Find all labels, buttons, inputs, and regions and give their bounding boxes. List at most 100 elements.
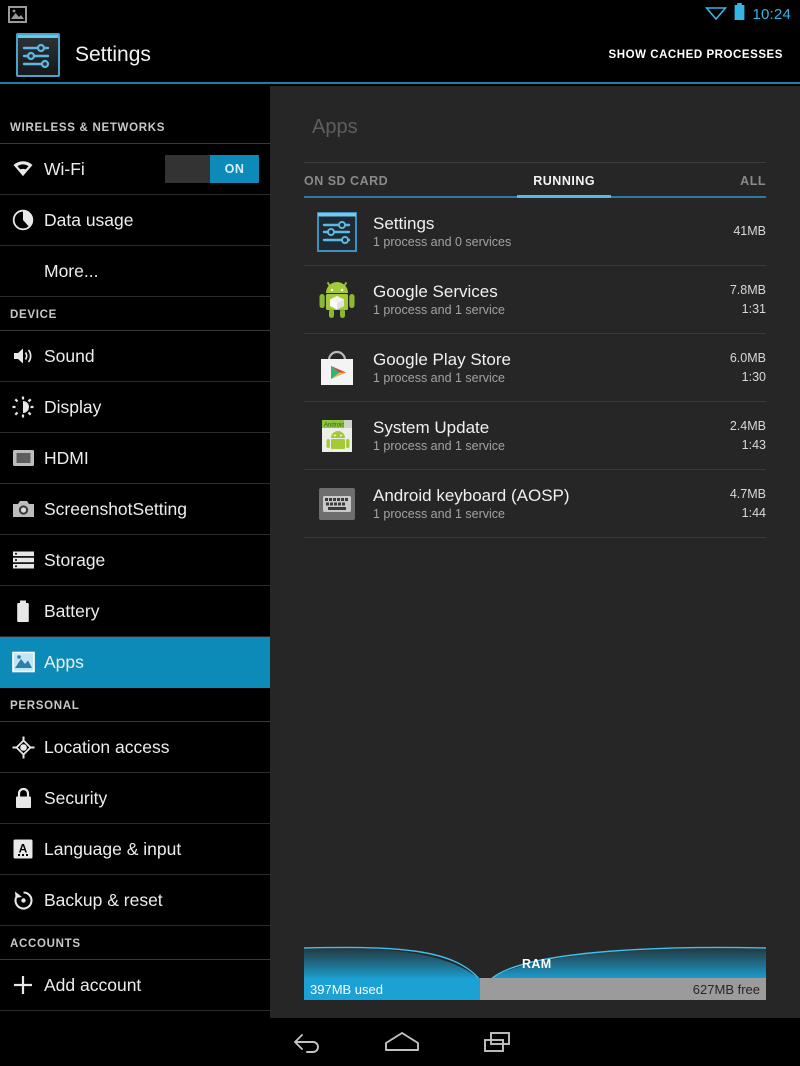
apps-icon xyxy=(10,649,36,675)
ram-free-label: 627MB free xyxy=(692,981,760,997)
nav-buttons xyxy=(283,1025,521,1059)
app-uptime: 1:44 xyxy=(741,505,766,520)
storage-stack-icon xyxy=(10,547,36,573)
settings-sidebar[interactable]: WIRELESS & NETWORKS Wi-Fi ON Data usage … xyxy=(0,86,270,1018)
back-icon[interactable] xyxy=(283,1025,329,1059)
content-area: WIRELESS & NETWORKS Wi-Fi ON Data usage … xyxy=(0,86,800,1018)
status-bar: 10:24 xyxy=(0,0,800,28)
sidebar-item-label: Location access xyxy=(44,736,170,757)
app-name: System Update xyxy=(373,417,490,437)
tab-running[interactable]: RUNNING xyxy=(517,174,611,198)
app-process-info: 1 process and 1 service xyxy=(373,370,506,385)
sidebar-item-label: Language & input xyxy=(44,838,182,859)
sidebar-item-hdmi[interactable]: HDMI xyxy=(0,433,270,484)
sidebar-item-add-account[interactable]: Add account xyxy=(0,960,270,1011)
app-name: Google Play Store xyxy=(373,349,511,369)
sidebar-item-security[interactable]: Security xyxy=(0,773,270,824)
monitor-icon xyxy=(10,445,36,471)
sidebar-item-label: ScreenshotSetting xyxy=(44,498,188,519)
tab-all[interactable]: ALL xyxy=(740,174,766,196)
sidebar-item-data-usage[interactable]: Data usage xyxy=(0,195,270,246)
system-update-icon: Android xyxy=(315,414,359,458)
app-memory-size: 7.8MB xyxy=(729,282,766,297)
list-item[interactable]: Google Play Store 1 process and 1 servic… xyxy=(304,334,766,402)
wifi-icon xyxy=(10,156,36,182)
show-cached-processes-button[interactable]: SHOW CACHED PROCESSES xyxy=(609,49,784,61)
sidebar-top-spacer xyxy=(0,86,270,110)
page-title: Settings xyxy=(75,43,151,66)
sidebar-item-location-access[interactable]: Location access xyxy=(0,722,270,773)
svg-text:A: A xyxy=(19,842,28,856)
list-item[interactable]: Android System Update 1 process and 1 se… xyxy=(304,402,766,470)
running-apps-list[interactable]: Settings 1 process and 0 services 41MB G… xyxy=(304,198,766,538)
app-memory-size: 4.7MB xyxy=(729,486,766,501)
app-name: Android keyboard (AOSP) xyxy=(373,485,570,505)
app-uptime: 1:30 xyxy=(741,369,766,384)
clock: 10:24 xyxy=(752,5,791,23)
sidebar-item-label: Wi-Fi xyxy=(44,158,85,179)
battery-full-icon xyxy=(734,3,745,25)
ram-label: RAM xyxy=(521,957,552,971)
image-icon xyxy=(8,5,27,23)
list-item-metrics: 41MB xyxy=(733,222,766,241)
sidebar-section-header-personal: PERSONAL xyxy=(0,688,270,722)
sidebar-item-display[interactable]: Display xyxy=(0,382,270,433)
sidebar-item-more[interactable]: More... xyxy=(0,246,270,297)
sidebar-item-label: HDMI xyxy=(44,447,89,468)
status-bar-system-icons: 10:24 xyxy=(705,3,800,25)
app-uptime: 1:31 xyxy=(741,301,766,316)
list-item-texts: Google Services 1 process and 1 service xyxy=(373,281,505,319)
speaker-icon xyxy=(10,343,36,369)
list-item-texts: Android keyboard (AOSP) 1 process and 1 … xyxy=(373,485,570,523)
app-name: Settings xyxy=(373,213,435,233)
language-a-icon: A xyxy=(10,836,36,862)
list-item-texts: Settings 1 process and 0 services xyxy=(373,213,511,251)
sidebar-item-sound[interactable]: Sound xyxy=(0,331,270,382)
list-item-metrics: 4.7MB 1:44 xyxy=(730,485,766,523)
list-item-metrics: 6.0MB 1:30 xyxy=(730,349,766,387)
sidebar-item-storage[interactable]: Storage xyxy=(0,535,270,586)
toggle-track xyxy=(165,155,210,183)
settings-sliders-icon xyxy=(315,210,359,254)
sidebar-item-label: Display xyxy=(44,396,102,417)
play-store-icon xyxy=(315,346,359,390)
sidebar-item-label: Storage xyxy=(44,549,106,570)
sidebar-section-header-wireless: WIRELESS & NETWORKS xyxy=(0,110,270,144)
list-item[interactable]: Android keyboard (AOSP) 1 process and 1 … xyxy=(304,470,766,538)
app-process-info: 1 process and 1 service xyxy=(373,302,506,317)
app-process-info: 1 process and 1 service xyxy=(373,438,506,453)
ram-used-label: 397MB used xyxy=(310,981,383,997)
sidebar-item-language-input[interactable]: A Language & input xyxy=(0,824,270,875)
lock-icon xyxy=(10,785,36,811)
sidebar-item-screenshotsetting[interactable]: ScreenshotSetting xyxy=(0,484,270,535)
recents-icon[interactable] xyxy=(475,1025,521,1059)
settings-sliders-icon xyxy=(16,33,60,77)
app-process-info: 1 process and 1 service xyxy=(373,506,506,521)
apps-tabs[interactable]: ON SD CARD RUNNING ALL xyxy=(304,162,766,198)
pie-chart-icon xyxy=(10,207,36,233)
restore-icon xyxy=(10,887,36,913)
sidebar-item-wifi[interactable]: Wi-Fi ON xyxy=(0,144,270,195)
sidebar-item-label: Data usage xyxy=(44,209,134,230)
ram-free-segment: 627MB free xyxy=(479,978,766,1000)
home-icon[interactable] xyxy=(379,1025,425,1059)
list-item-texts: System Update 1 process and 1 service xyxy=(373,417,505,455)
tab-on-sd-card[interactable]: ON SD CARD xyxy=(304,174,388,196)
app-memory-size: 41MB xyxy=(733,224,766,238)
app-process-info: 1 process and 0 services xyxy=(373,234,512,249)
sidebar-item-backup-reset[interactable]: Backup & reset xyxy=(0,875,270,926)
list-item[interactable]: Google Services 1 process and 1 service … xyxy=(304,266,766,334)
sidebar-item-apps[interactable]: Apps xyxy=(0,637,270,688)
list-item[interactable]: Settings 1 process and 0 services 41MB xyxy=(304,198,766,266)
svg-text:Android: Android xyxy=(324,422,345,428)
wifi-no-signal-icon xyxy=(705,4,728,25)
sidebar-item-label: Sound xyxy=(44,345,95,366)
battery-icon xyxy=(10,598,36,624)
ram-usage-bar: RAM 397MB used 627MB free xyxy=(303,946,767,1000)
list-item-metrics: 2.4MB 1:43 xyxy=(730,417,766,455)
apps-heading: Apps xyxy=(312,116,358,138)
wifi-toggle-switch[interactable]: ON xyxy=(165,155,259,183)
sidebar-item-label: Battery xyxy=(44,600,100,621)
android-services-icon xyxy=(315,278,359,322)
sidebar-item-battery[interactable]: Battery xyxy=(0,586,270,637)
